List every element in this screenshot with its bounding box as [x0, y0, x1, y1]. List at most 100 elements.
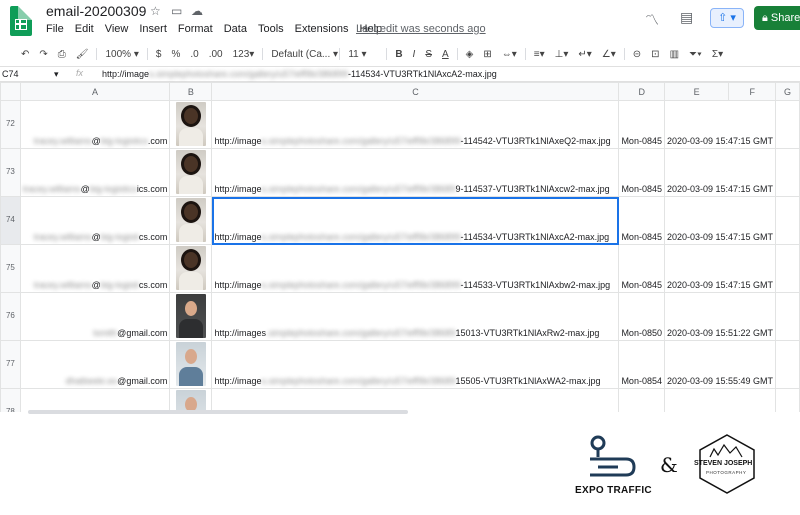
present-button[interactable]: ⇧ ▾: [710, 8, 744, 28]
trend-icon[interactable]: 〽: [645, 10, 659, 30]
cloud-status-icon[interactable]: ☁: [191, 4, 203, 18]
horizontal-scrollbar[interactable]: [28, 410, 408, 414]
timestamp-cell[interactable]: 2020-03-09 15:47:15 GMT: [663, 100, 777, 149]
portrait-thumbnail[interactable]: [175, 342, 206, 386]
name-box[interactable]: C74 ▾: [2, 69, 64, 79]
merge-cells-icon[interactable]: ⇔▾: [497, 49, 522, 60]
empty-cell[interactable]: [775, 196, 800, 245]
menu-view[interactable]: View: [105, 23, 129, 35]
undo-icon[interactable]: ↶: [16, 49, 34, 60]
url-cell[interactable]: http://images.simplephotoshare.com/galle…: [211, 148, 620, 197]
timestamp-cell[interactable]: 2020-03-09 15:51:22 GMT: [663, 292, 777, 341]
url-cell[interactable]: http://images.simplephotoshare.com/galle…: [211, 292, 620, 341]
photo-cell[interactable]: [169, 292, 213, 341]
photo-cell[interactable]: [169, 196, 213, 245]
photo-cell[interactable]: [169, 388, 213, 412]
email-cell[interactable]: tracey.williams@big-logistics.com: [19, 196, 171, 245]
code-cell[interactable]: Mon-0854: [618, 340, 665, 389]
insert-chart-icon[interactable]: ▥: [665, 49, 684, 60]
select-all-corner[interactable]: [0, 82, 21, 101]
text-color-button[interactable]: A: [437, 49, 454, 60]
code-cell[interactable]: [618, 388, 665, 412]
column-header-d[interactable]: D: [618, 82, 665, 101]
portrait-thumbnail[interactable]: [175, 294, 206, 338]
filter-icon[interactable]: ⏷▾: [684, 49, 707, 60]
star-icon[interactable]: ☆: [150, 4, 161, 18]
timestamp-cell[interactable]: 2020-03-09 15:47:15 GMT: [663, 148, 777, 197]
menu-format[interactable]: Format: [178, 23, 213, 35]
paint-format-icon[interactable]: 🖌︎: [71, 49, 94, 60]
row-header[interactable]: 78: [0, 388, 21, 412]
empty-cell[interactable]: [775, 100, 800, 149]
timestamp-cell[interactable]: 2020-03-09 15:47:15 GMT: [663, 244, 777, 293]
code-cell[interactable]: Mon-0845: [618, 148, 665, 197]
functions-icon[interactable]: Σ▾: [707, 49, 728, 60]
bold-button[interactable]: B: [390, 49, 407, 60]
strikethrough-button[interactable]: S: [420, 49, 437, 60]
column-header-e[interactable]: E: [663, 82, 730, 101]
photo-cell[interactable]: [169, 244, 213, 293]
portrait-thumbnail[interactable]: [175, 390, 206, 412]
insert-link-icon[interactable]: ⊝: [628, 49, 646, 60]
url-cell[interactable]: http://images.simplephotoshare.com/galle…: [211, 100, 620, 149]
column-header-g[interactable]: G: [775, 82, 800, 101]
code-cell[interactable]: Mon-0845: [618, 244, 665, 293]
row-header[interactable]: 77: [0, 340, 21, 389]
row-header[interactable]: 75: [0, 244, 21, 293]
portrait-thumbnail[interactable]: [175, 198, 206, 242]
row-header[interactable]: 76: [0, 292, 21, 341]
zoom-select[interactable]: 100% ▾: [100, 49, 143, 60]
email-cell[interactable]: tracey.williams@big-logistics.com: [19, 244, 171, 293]
email-cell[interactable]: dhatbeekr.es@gmail.com: [19, 340, 171, 389]
email-cell[interactable]: tracey.williams@big-logisticsics.com: [19, 148, 171, 197]
code-cell[interactable]: Mon-0845: [618, 100, 665, 149]
url-cell[interactable]: http://images.simplephotoshare.com/galle…: [211, 244, 620, 293]
email-cell[interactable]: tracey.williams@big-logistics.com: [19, 100, 171, 149]
horizontal-align-icon[interactable]: ≡▾: [529, 49, 550, 60]
comment-icon[interactable]: ▤: [680, 9, 693, 26]
timestamp-cell[interactable]: 2020-03-09 15:47:15 GMT: [663, 196, 777, 245]
portrait-thumbnail[interactable]: [175, 150, 206, 194]
email-cell[interactable]: tsmith@gmail.com: [19, 292, 171, 341]
print-icon[interactable]: ⎙: [53, 49, 71, 60]
document-title[interactable]: email-20200309: [46, 3, 146, 19]
empty-cell[interactable]: [775, 388, 800, 412]
insert-comment-icon[interactable]: ⊡: [646, 49, 664, 60]
fill-color-icon[interactable]: ◈: [461, 49, 479, 60]
code-cell[interactable]: Mon-0850: [618, 292, 665, 341]
row-header[interactable]: 72: [0, 100, 21, 149]
more-formats-button[interactable]: 123▾: [228, 49, 260, 60]
menu-edit[interactable]: Edit: [75, 23, 94, 35]
formula-input[interactable]: http://images.simplephotoshare.com/galle…: [102, 69, 497, 79]
menu-extensions[interactable]: Extensions: [295, 23, 349, 35]
photo-cell[interactable]: [169, 100, 213, 149]
empty-cell[interactable]: [775, 148, 800, 197]
timestamp-cell[interactable]: 2020-03-09 15:55:49 GMT: [663, 340, 777, 389]
last-edit-link[interactable]: Last edit was seconds ago: [356, 23, 486, 35]
borders-icon[interactable]: ⊞: [478, 49, 496, 60]
code-cell[interactable]: Mon-0845: [618, 196, 665, 245]
increase-decimal-button[interactable]: .00: [204, 49, 228, 60]
menu-file[interactable]: File: [46, 23, 64, 35]
share-button[interactable]: 🔒︎ Share: [754, 6, 800, 30]
empty-cell[interactable]: [775, 292, 800, 341]
url-cell[interactable]: http://images.simplephotoshare.com/galle…: [211, 196, 620, 245]
menu-data[interactable]: Data: [224, 23, 247, 35]
italic-button[interactable]: I: [408, 49, 421, 60]
timestamp-cell[interactable]: [663, 388, 777, 412]
url-cell[interactable]: http://images.simplephotoshare.com/galle…: [211, 340, 620, 389]
portrait-thumbnail[interactable]: [175, 246, 206, 290]
column-header-c[interactable]: C: [211, 82, 620, 101]
row-header[interactable]: 73: [0, 148, 21, 197]
text-rotate-icon[interactable]: ∠▾: [597, 49, 621, 60]
photo-cell[interactable]: [169, 340, 213, 389]
spreadsheet-grid[interactable]: A B C D E F G 72 tracey.williams@big-logi…: [0, 82, 800, 412]
column-header-b[interactable]: B: [169, 82, 213, 101]
row-header[interactable]: 74: [0, 196, 21, 245]
menu-tools[interactable]: Tools: [258, 23, 284, 35]
column-header-f[interactable]: F: [728, 82, 777, 101]
currency-button[interactable]: $: [151, 49, 167, 60]
percent-button[interactable]: %: [166, 49, 185, 60]
vertical-align-icon[interactable]: ⊥▾: [550, 49, 574, 60]
redo-icon[interactable]: ↷: [34, 49, 52, 60]
